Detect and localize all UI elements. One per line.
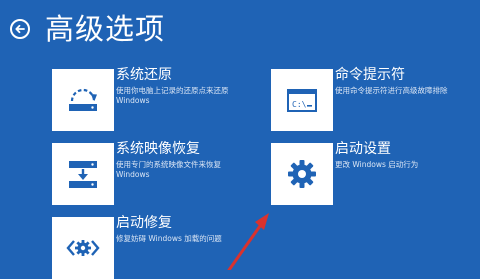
gear-icon xyxy=(288,160,316,188)
option-description: 使用专门的系统映像文件来恢复 Windows xyxy=(116,160,221,179)
option-title: 启动设置 xyxy=(335,141,391,157)
option-title: 启动修复 xyxy=(116,215,172,231)
page-title: 高级选项 xyxy=(45,12,166,46)
back-button[interactable] xyxy=(10,19,30,39)
back-arrow-icon xyxy=(15,24,25,34)
option-description: 使用命令提示符进行高级故障排除 xyxy=(335,86,448,95)
system-image-recovery-option[interactable]: 系统映像恢复 使用专门的系统映像文件来恢复 Windows xyxy=(52,141,242,205)
option-title: 命令提示符 xyxy=(335,67,405,83)
command-prompt-tile: C:\ xyxy=(271,69,333,131)
startup-settings-option[interactable]: 启动设置 更改 Windows 启动行为 xyxy=(271,141,471,205)
option-description: 使用你电脑上记录的还原点来还原 Windows xyxy=(116,86,229,105)
system-image-icon xyxy=(69,161,97,188)
command-prompt-icon: C:\ xyxy=(287,89,317,112)
svg-text:C:\: C:\ xyxy=(292,100,307,109)
option-description: 更改 Windows 启动行为 xyxy=(335,160,419,169)
option-title: 系统映像恢复 xyxy=(116,141,200,157)
command-prompt-option[interactable]: C:\ 命令提示符 使用命令提示符进行高级故障排除 xyxy=(271,67,471,131)
system-restore-option[interactable]: 系统还原 使用你电脑上记录的还原点来还原 Windows xyxy=(52,67,242,131)
startup-repair-icon xyxy=(66,240,100,256)
startup-settings-tile xyxy=(271,143,333,205)
system-restore-icon xyxy=(69,88,97,111)
system-image-tile xyxy=(52,143,114,205)
option-description: 修复妨碍 Windows 加载的问题 xyxy=(116,234,222,243)
system-restore-tile xyxy=(52,69,114,131)
option-title: 系统还原 xyxy=(116,67,172,83)
